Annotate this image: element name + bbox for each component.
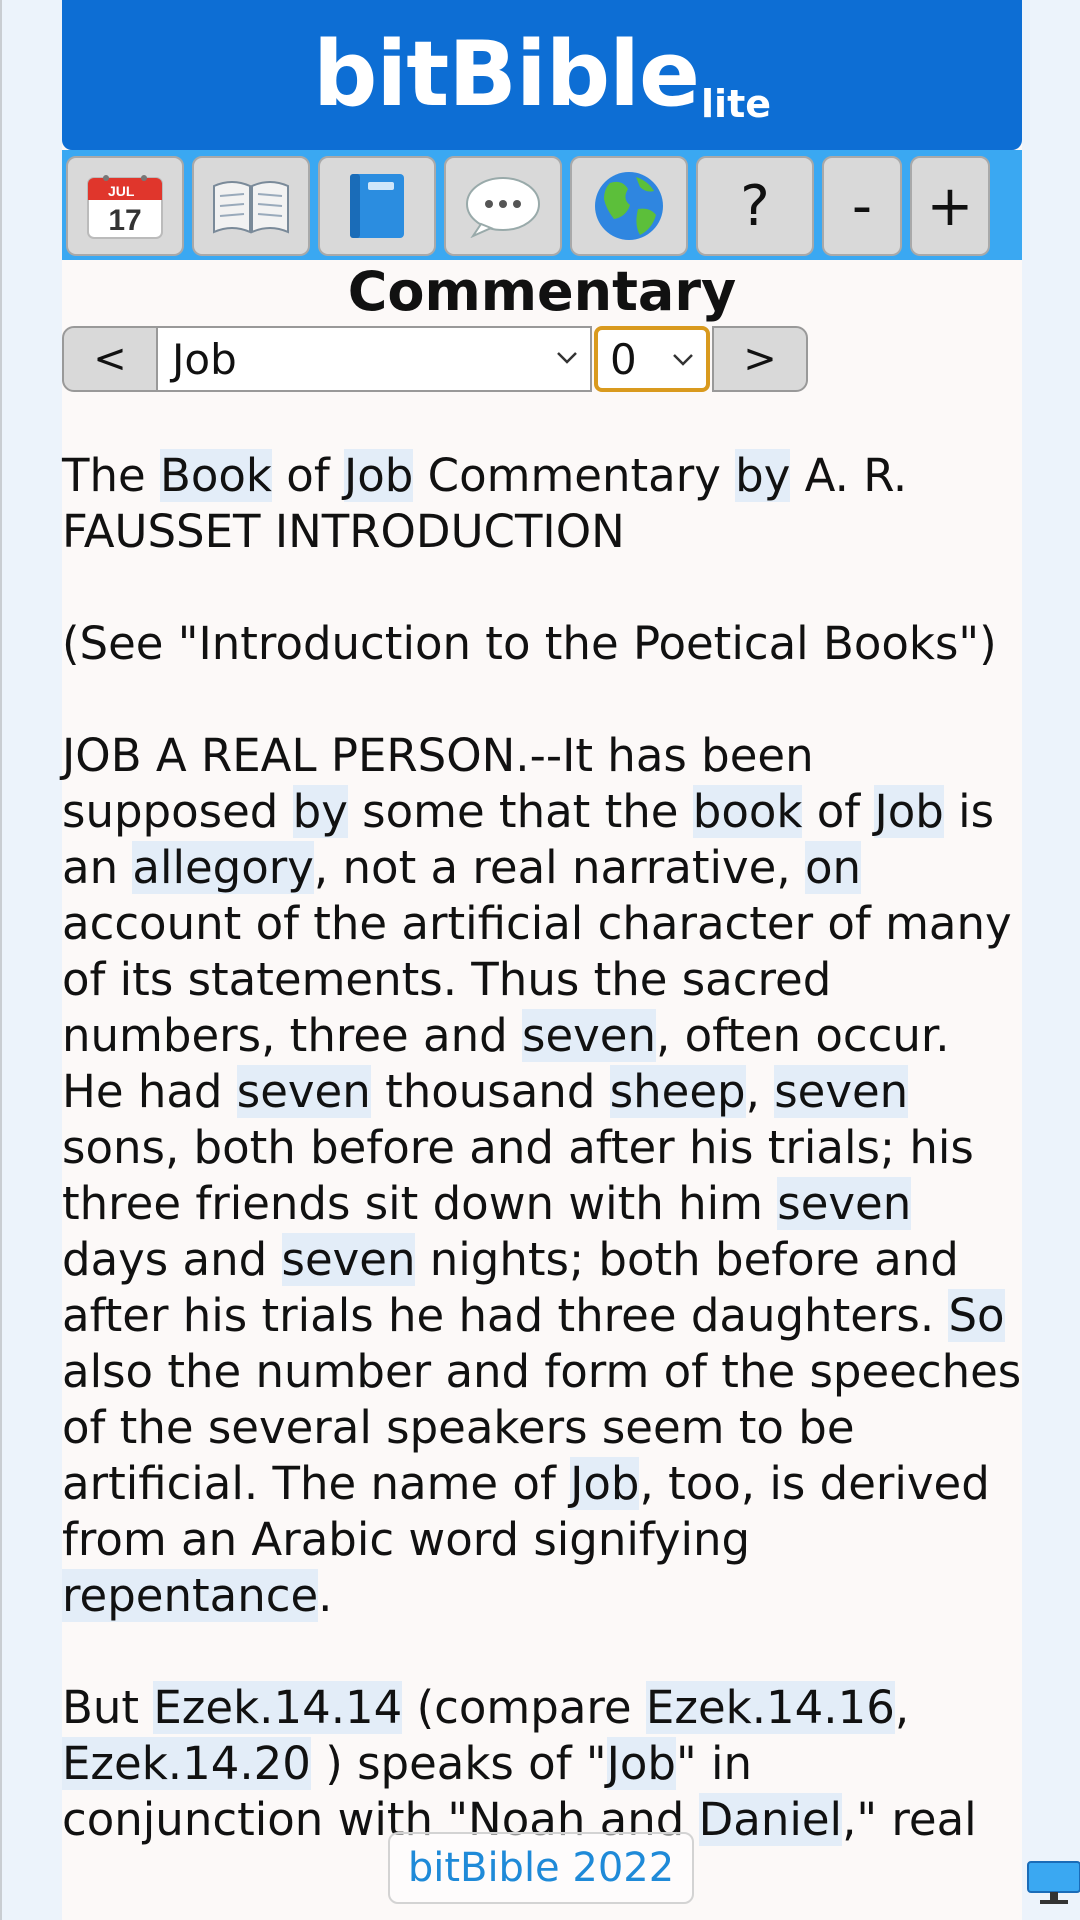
- font-increase-button[interactable]: +: [910, 156, 990, 256]
- next-chapter-button[interactable]: >: [712, 326, 808, 392]
- copyright-badge: bitBible 2022: [388, 1832, 694, 1904]
- page-title: Commentary: [347, 260, 737, 323]
- linked-word[interactable]: seven: [774, 1065, 909, 1118]
- app-subtitle: lite: [701, 82, 772, 126]
- text-segment: (See "Introduction to the Poetical Books…: [62, 617, 997, 670]
- prev-chapter-button[interactable]: <: [62, 326, 158, 392]
- bible-button[interactable]: [192, 156, 310, 256]
- chat-button[interactable]: [444, 156, 562, 256]
- blue-book-icon: [350, 174, 404, 238]
- speech-bubble-icon: [466, 177, 540, 238]
- text-segment: some that the: [347, 785, 693, 838]
- text-segment: The: [62, 449, 160, 502]
- text-segment: ,: [894, 1681, 910, 1734]
- linked-word[interactable]: allegory: [132, 841, 314, 894]
- linked-word[interactable]: repentance: [62, 1569, 319, 1622]
- linked-word[interactable]: Ezek.14.14: [153, 1681, 403, 1734]
- font-decrease-button[interactable]: -: [822, 156, 902, 256]
- linked-word[interactable]: seven: [522, 1009, 656, 1062]
- text-segment: .: [318, 1569, 333, 1622]
- globe-icon: [595, 172, 663, 240]
- linked-word[interactable]: on: [804, 841, 861, 894]
- linked-word[interactable]: by: [292, 785, 348, 838]
- text-segment: of: [802, 785, 875, 838]
- app-title: bitBible: [312, 22, 700, 127]
- linked-word[interactable]: Job: [874, 785, 944, 838]
- open-book-icon: [213, 181, 289, 234]
- language-button[interactable]: [570, 156, 688, 256]
- book-select-value: Job: [172, 334, 237, 384]
- chapter-select-value: 0: [610, 334, 637, 384]
- text-segment: ," real: [842, 1793, 977, 1846]
- linked-word[interactable]: seven: [281, 1233, 416, 1286]
- text-segment: ) speaks of ": [310, 1737, 607, 1790]
- text-segment: But: [62, 1681, 154, 1734]
- window-edge: [0, 0, 2, 1920]
- text-segment: Commentary: [413, 449, 736, 502]
- calendar-button[interactable]: JUL 17: [66, 156, 184, 256]
- linked-word[interactable]: Ezek.14.20: [62, 1737, 311, 1790]
- linked-word[interactable]: Job: [343, 449, 414, 502]
- text-segment: days and: [62, 1233, 282, 1286]
- svg-text:JUL: JUL: [108, 183, 135, 199]
- text-segment: , not a real narrative,: [313, 841, 805, 894]
- linked-word[interactable]: Job: [570, 1457, 640, 1510]
- linked-word[interactable]: sheep: [609, 1065, 746, 1118]
- chevron-down-icon: [557, 352, 577, 364]
- text-segment: (compare: [402, 1681, 646, 1734]
- commentary-paragraph: JOB A REAL PERSON.--It has been supposed…: [62, 728, 1022, 1624]
- calendar-icon: JUL 17: [87, 175, 163, 239]
- app-header: bitBible lite: [62, 0, 1022, 150]
- chevron-down-icon: [673, 354, 693, 366]
- svg-text:17: 17: [108, 204, 141, 237]
- linked-word[interactable]: Book: [160, 449, 272, 502]
- linked-word[interactable]: book: [692, 785, 803, 838]
- linked-word[interactable]: So: [948, 1289, 1005, 1342]
- linked-word[interactable]: by: [735, 449, 791, 502]
- monitor-icon[interactable]: [1026, 1860, 1080, 1906]
- toolbar: JUL 17 ? - +: [62, 150, 1022, 260]
- text-segment: ,: [745, 1065, 775, 1118]
- linked-word[interactable]: seven: [777, 1177, 912, 1230]
- linked-word[interactable]: seven: [236, 1065, 371, 1118]
- chapter-select[interactable]: 0: [594, 326, 710, 392]
- commentary-paragraph: The Book of Job Commentary by A. R. FAUS…: [62, 448, 1022, 560]
- text-segment: of: [272, 449, 344, 502]
- commentary-paragraph: But Ezek.14.14 (compare Ezek.14.16, Ezek…: [62, 1680, 1022, 1848]
- commentary-text: The Book of Job Commentary by A. R. FAUS…: [62, 448, 1022, 1904]
- linked-word[interactable]: Ezek.14.16: [645, 1681, 895, 1734]
- commentary-button[interactable]: [318, 156, 436, 256]
- linked-word[interactable]: Daniel: [698, 1793, 843, 1846]
- book-select[interactable]: Job: [156, 326, 592, 392]
- linked-word[interactable]: Job: [606, 1737, 676, 1790]
- help-button[interactable]: ?: [696, 156, 814, 256]
- commentary-paragraph: (See "Introduction to the Poetical Books…: [62, 616, 1022, 672]
- text-segment: thousand: [370, 1065, 610, 1118]
